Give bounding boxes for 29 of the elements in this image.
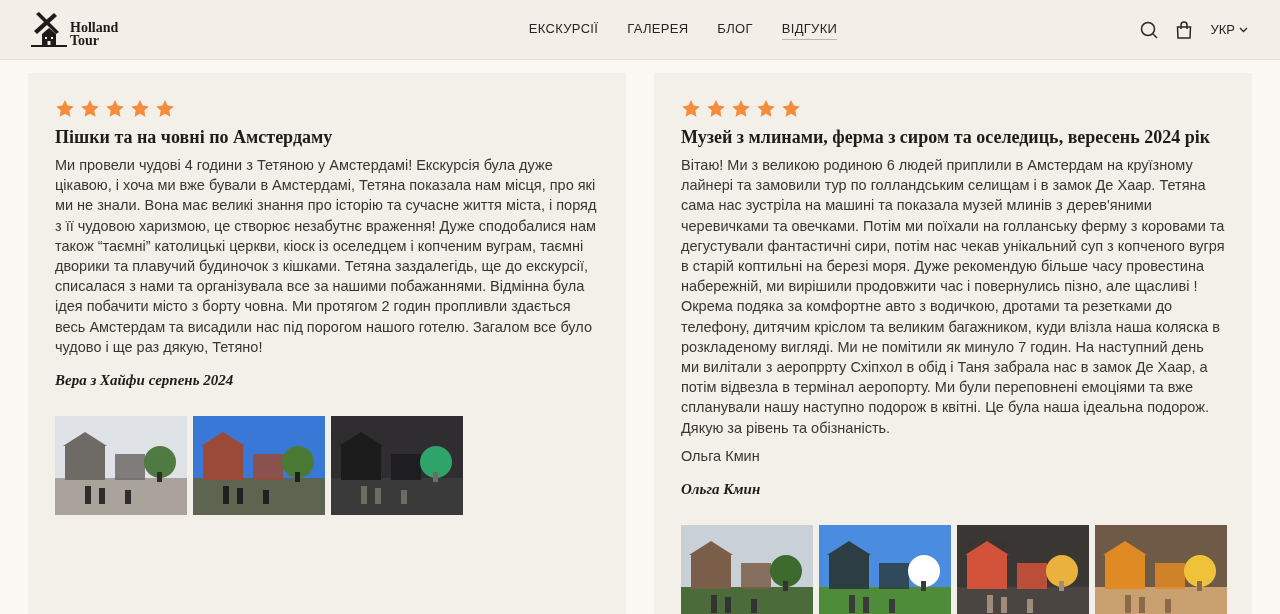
star-icon: [756, 99, 776, 118]
star-icon: [706, 99, 726, 118]
nav-link[interactable]: ГАЛЕРЕЯ: [627, 18, 689, 41]
nav-link[interactable]: БЛОГ: [717, 18, 753, 41]
star-icon: [105, 99, 125, 118]
language-selector[interactable]: УКР: [1210, 19, 1248, 40]
star-icon: [80, 99, 100, 118]
star-icon: [55, 99, 75, 118]
logo-text: Tour: [70, 33, 101, 47]
search-icon[interactable]: [1140, 20, 1159, 39]
star-icon: [681, 99, 701, 118]
review-title: Музей з млинами, ферма з сиром та оселедиць, вересень 2024 рік: [681, 126, 1212, 149]
review-author: Вера з Хайфи серпень 2024: [55, 371, 235, 391]
shopping-bag-icon[interactable]: [1176, 20, 1193, 39]
review-text: Ми провели чудові 4 години з Тетяною у Амстердамі! Екскурсія була дуже цікавою, і хоча ми вже бували в Амстердамі, Тетяна показала нам місця, про які ми не знали. Вона має великі знання про історію та сучасне життя міста, і поряд з її чудовою харизмою, це створює незабутнє враження! Дуже сподобалися нам також “таємні” католицькі церкви, кіоск із оселедцем і копченим вуграм, таємні дворики та плавучий будиночок з кішками. Тетяна заздалегідь, ще до екскурсії, списалася з нами та організувала все за нашими побажаннями. Відмінна була ідея побачити місто з борту човна. Ми протягом 2 годин пропливли здається весь Амстердам та висадили нас під порогом нашого готелю. Загалом все було чудово і ще раз дякую, Тетяно!: [55, 156, 598, 357]
star-icon: [731, 99, 751, 118]
review-author: Ольга Кмин: [681, 480, 762, 500]
review-title: Пішки та на човні по Амстердаму: [55, 126, 334, 149]
star-icon: [130, 99, 150, 118]
nav-link[interactable]: ЕКСКУРСІЇ: [528, 18, 599, 41]
review-text: Вітаю! Ми з великою родиною 6 людей приплили в Амстердам на круїзному лайнері та замовили тур по голландським селищам і в замок Де Хаар. Тетяна сама нас зустріла на машині та показала музей млинів з дерев'яними черевичками та овечками. Потім ми поїхали на голланську ферму з коровами та дегустували фантастичні сири, потім нас чекав унікальний суп з копченого вугря в старій коптильні на березі моря. Дуже рекомендую більше часу провестина набережній, ми вирішили продовжити час і повернулись пізно, але щасливі ! Окрема подяка за комфортне авто з водичкою, дротами та резетками до телефону, дитячим кріслом та великим багажником, куди влізла наша коляска в розкладеному вигляді. Ми не помітили як минуло 7 годин. На наступний день ми вилітали з аеропррту Схіпхол в обід і Таня забрала нас в замок Де Хаар, а потім відвезла в термінал аеропорту. Ми були переповнені емоціями та вже спланували нашу наступно подорож в квітні. Це була наша ідеальна подорож. Дякую за рівень та обізнаність.: [681, 156, 1225, 438]
logo[interactable]: Holland Tour: [30, 10, 230, 49]
nav-link[interactable]: ВІДГУКИ: [781, 18, 838, 41]
review-text: Ольга Кмин: [681, 446, 761, 466]
star-icon: [781, 99, 801, 118]
logo-text: Holland: [70, 20, 119, 34]
windmill-icon: [30, 10, 68, 49]
star-icon: [155, 99, 175, 118]
chevron-down-icon: [1239, 26, 1248, 33]
